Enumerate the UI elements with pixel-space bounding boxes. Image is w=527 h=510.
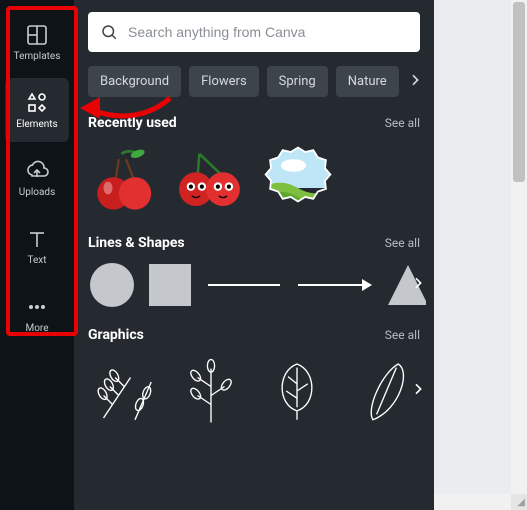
sidebar-item-uploads[interactable]: Uploads [5,146,69,210]
graphic-leaf[interactable] [259,353,335,429]
search-box[interactable] [88,12,420,52]
element-cherry-face[interactable] [174,141,250,217]
recent-grid [88,141,420,217]
section-graphics: Graphics See all [88,327,420,429]
shape-square[interactable] [146,261,194,309]
section-header: Graphics See all [88,327,420,343]
search-icon [100,23,118,41]
section-lines-shapes: Lines & Shapes See all [88,235,420,309]
app-root: Templates Elements Uploads Text [0,0,527,510]
shapes-grid [88,261,420,309]
sidebar-item-label: More [25,323,48,334]
elements-icon [25,91,49,115]
section-header: Recently used See all [88,115,420,131]
sidebar-item-templates[interactable]: Templates [5,10,69,74]
templates-icon [25,23,49,47]
scrollbar-corner: ◢ [511,494,527,510]
elements-panel: Background Flowers Spring Nature Recentl… [74,0,434,510]
section-title: Lines & Shapes [88,235,185,251]
canvas-area[interactable]: ◢ [434,0,527,510]
section-title: Graphics [88,327,144,343]
uploads-icon [25,159,49,183]
scrollbar-horizontal[interactable] [434,494,511,510]
shape-circle[interactable] [88,261,136,309]
chip-spring[interactable]: Spring [267,66,328,97]
sidebar-item-label: Templates [14,51,61,62]
graphics-grid [88,353,420,429]
chevron-right-icon[interactable] [410,275,426,295]
graphic-branch-2[interactable] [174,353,250,429]
section-title: Recently used [88,115,177,131]
see-all-link[interactable]: See all [385,328,420,342]
shape-line[interactable] [204,261,284,309]
sidebar-item-text[interactable]: Text [5,214,69,278]
sidebar-item-label: Text [27,255,46,266]
resize-handle-icon: ◢ [517,498,525,508]
chevron-right-icon[interactable] [410,381,426,401]
sidebar-item-elements[interactable]: Elements [5,78,69,142]
sidebar-item-more[interactable]: More [5,282,69,346]
see-all-link[interactable]: See all [385,116,420,130]
shape-arrow-line[interactable] [294,261,374,309]
search-input[interactable] [128,24,408,40]
chip-background[interactable]: Background [88,66,181,97]
graphic-branch-1[interactable] [88,353,164,429]
sidebar-nav: Templates Elements Uploads Text [0,0,74,510]
element-cherry-pair[interactable] [88,141,164,217]
element-scenery-badge[interactable] [260,141,336,217]
sidebar-item-label: Elements [16,119,57,130]
text-icon [25,227,49,251]
section-recently-used: Recently used See all [88,115,420,217]
graphic-surfboard[interactable] [345,353,421,429]
more-icon [25,295,49,319]
section-header: Lines & Shapes See all [88,235,420,251]
scrollbar-vertical[interactable] [511,0,527,494]
chevron-right-icon[interactable] [407,72,420,92]
chip-nature[interactable]: Nature [336,66,399,97]
sidebar-item-label: Uploads [19,187,55,198]
see-all-link[interactable]: See all [385,236,420,250]
chip-flowers[interactable]: Flowers [189,66,259,97]
chip-row: Background Flowers Spring Nature [88,66,420,97]
